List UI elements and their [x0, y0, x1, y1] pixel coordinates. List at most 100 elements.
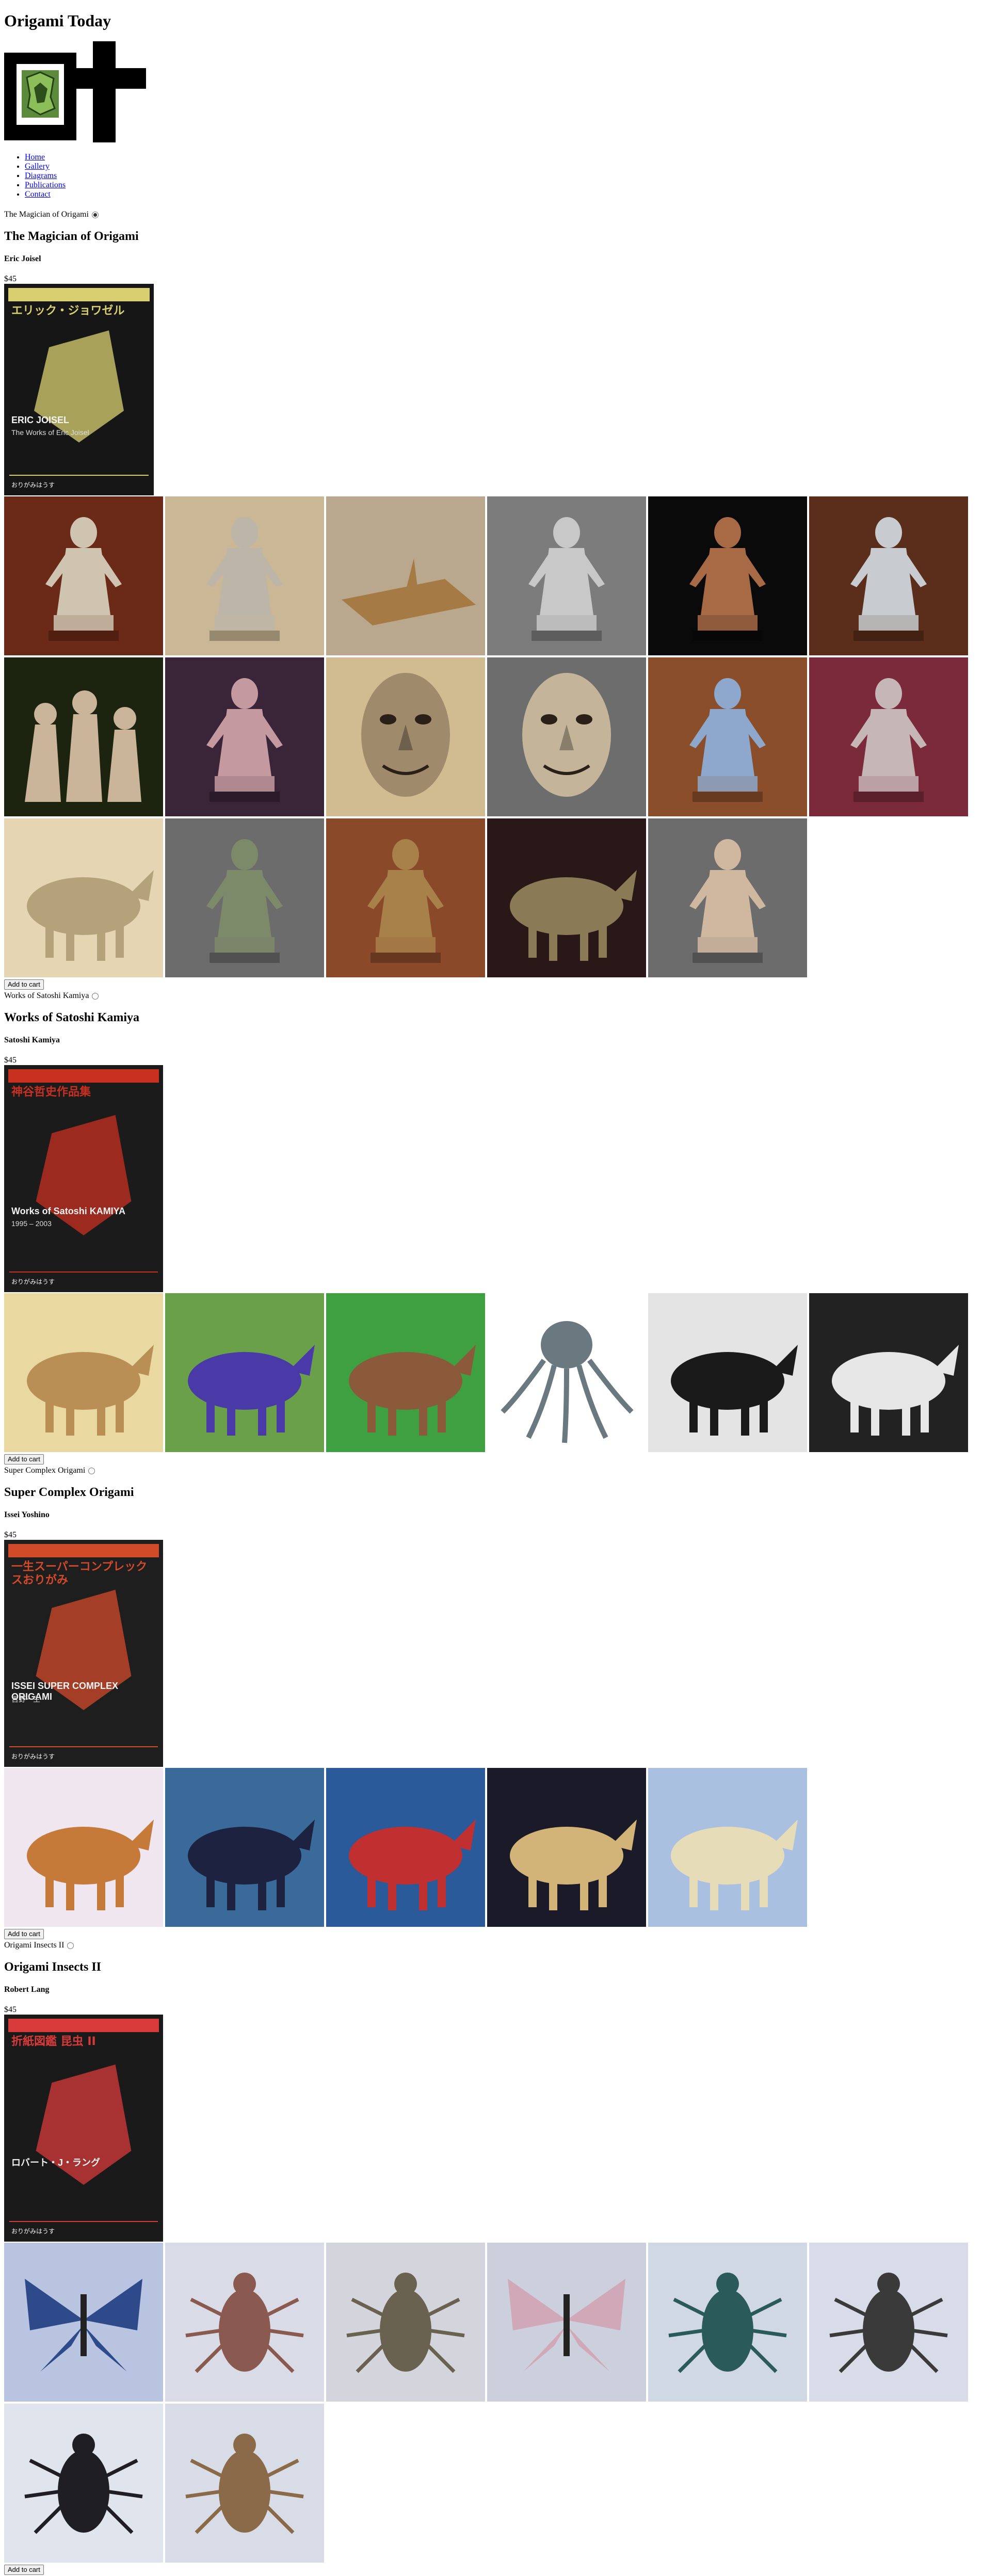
book-cover: 折紙図鑑 昆虫 II ロバート・J・ラングおりがみはうす [4, 2015, 163, 2242]
gallery-photo[interactable] [165, 496, 324, 655]
nav-link-home[interactable]: Home [25, 153, 45, 162]
book-selector[interactable]: Super Complex Origami [4, 1466, 978, 1476]
gallery-photo[interactable] [648, 1293, 807, 1452]
gallery-photo[interactable] [4, 496, 163, 655]
book-radio[interactable] [67, 1942, 74, 1949]
site-title: Origami Today [4, 11, 111, 30]
cover-jp-title: エリック・ジョワゼル [11, 304, 125, 317]
gallery-photo[interactable] [487, 657, 646, 816]
book-cover: エリック・ジョワゼル ERIC JOISEL The Works of Eric J… [4, 284, 154, 495]
book-price: $45 [4, 1531, 17, 1539]
nav-link-diagrams[interactable]: Diagrams [25, 171, 57, 180]
nav-link-contact[interactable]: Contact [25, 190, 51, 199]
cover-publisher: おりがみはうす [11, 2228, 55, 2235]
gallery-photo[interactable] [4, 818, 163, 977]
book-selector[interactable]: The Magician of Origami [4, 210, 978, 220]
cover-publisher: おりがみはうす [11, 1278, 55, 1285]
nav-item: Gallery [25, 162, 978, 171]
book-author: Eric Joisel [4, 254, 41, 263]
gallery-photo[interactable] [487, 496, 646, 655]
photo-gallery [4, 1768, 978, 1929]
book-selector-label: Origami Insects II [4, 1941, 65, 1950]
gallery-photo[interactable] [4, 1293, 163, 1452]
book-section: The Magician of Origami The Magician of O… [4, 210, 978, 991]
book-price: $45 [4, 2005, 17, 2014]
add-to-cart-button[interactable]: Add to cart [4, 2565, 44, 2575]
gallery-photo[interactable] [809, 657, 968, 816]
gallery-photo[interactable] [809, 496, 968, 655]
gallery-photo[interactable] [487, 818, 646, 977]
add-to-cart-button[interactable]: Add to cart [4, 979, 44, 990]
book-title: The Magician of Origami [4, 230, 139, 243]
book-selector-label: The Magician of Origami [4, 210, 89, 219]
cover-en-title: ロバート・J・ラング [11, 2157, 101, 2168]
cover-en-title: ERIC JOISEL [11, 415, 70, 426]
gallery-photo[interactable] [326, 2243, 485, 2402]
gallery-photo[interactable] [4, 2404, 163, 2563]
gallery-photo[interactable] [648, 1768, 807, 1927]
book-price: $45 [4, 1056, 17, 1065]
add-to-cart-button[interactable]: Add to cart [4, 1454, 44, 1464]
gallery-photo[interactable] [648, 2243, 807, 2402]
add-to-cart-button[interactable]: Add to cart [4, 1929, 44, 1939]
photo-gallery [4, 496, 978, 979]
gallery-photo[interactable] [326, 496, 485, 655]
book-title: Origami Insects II [4, 1960, 101, 1974]
main-nav: HomeGalleryDiagramsPublicationsContact [4, 153, 978, 199]
cover-jp-title: 折紙図鑑 昆虫 II [11, 2035, 96, 2048]
gallery-photo[interactable] [326, 1293, 485, 1452]
book-author: Issei Yoshino [4, 1510, 50, 1519]
nav-link-publications[interactable]: Publications [25, 181, 66, 189]
book-selector-label: Works of Satoshi Kamiya [4, 991, 89, 1000]
book-cover: 神谷哲史作品集 Works of Satoshi KAMIYA 1995 – 200… [4, 1065, 163, 1292]
nav-item: Home [25, 153, 978, 162]
book-selector[interactable]: Origami Insects II [4, 1940, 978, 1951]
book-radio[interactable] [91, 211, 99, 218]
gallery-photo[interactable] [4, 657, 163, 816]
cover-subtitle: 1995 – 2003 [11, 1219, 52, 1228]
gallery-photo[interactable] [326, 657, 485, 816]
book-section: Origami Insects II Origami Insects II Robe… [4, 1940, 978, 2576]
gallery-photo[interactable] [4, 2243, 163, 2402]
nav-item: Diagrams [25, 171, 978, 181]
gallery-photo[interactable] [648, 496, 807, 655]
gallery-photo[interactable] [165, 1293, 324, 1452]
gallery-photo[interactable] [165, 657, 324, 816]
site-logo[interactable] [4, 41, 146, 142]
book-cover: 一生スーパーコンプレックスおりがみ ISSEI SUPER COMPLEX ORI… [4, 1540, 163, 1767]
gallery-photo[interactable] [4, 1768, 163, 1927]
book-selector-label: Super Complex Origami [4, 1466, 86, 1475]
cover-jp-title: 神谷哲史作品集 [11, 1086, 91, 1099]
cover-en-title: Works of Satoshi KAMIYA [11, 1205, 126, 1216]
cover-jp-title: 一生スーパーコンプレックスおりがみ [11, 1560, 148, 1587]
gallery-photo[interactable] [809, 2243, 968, 2402]
gallery-photo[interactable] [165, 2404, 324, 2563]
gallery-photo[interactable] [326, 818, 485, 977]
photo-gallery [4, 2243, 978, 2565]
gallery-photo[interactable] [487, 1768, 646, 1927]
gallery-photo[interactable] [487, 1293, 646, 1452]
gallery-photo[interactable] [326, 1768, 485, 1927]
cover-subtitle: 吉野一生 [11, 1695, 40, 1703]
nav-item: Publications [25, 181, 978, 190]
gallery-photo[interactable] [648, 818, 807, 977]
gallery-photo[interactable] [165, 2243, 324, 2402]
cover-publisher: おりがみはうす [11, 481, 55, 489]
gallery-photo[interactable] [648, 657, 807, 816]
book-radio[interactable] [92, 992, 99, 1000]
book-author: Satoshi Kamiya [4, 1036, 60, 1044]
book-title: Works of Satoshi Kamiya [4, 1011, 140, 1024]
book-section: Super Complex Origami Super Complex Origa… [4, 1466, 978, 1940]
gallery-photo[interactable] [809, 1293, 968, 1452]
gallery-photo[interactable] [165, 1768, 324, 1927]
book-selector[interactable]: Works of Satoshi Kamiya [4, 991, 978, 1001]
gallery-photo[interactable] [487, 2243, 646, 2402]
nav-item: Contact [25, 190, 978, 199]
book-title: Super Complex Origami [4, 1486, 134, 1499]
nav-link-gallery[interactable]: Gallery [25, 162, 50, 171]
book-radio[interactable] [88, 1467, 95, 1474]
book-author: Robert Lang [4, 1985, 50, 1994]
cover-subtitle: The Works of Eric Joisel [11, 428, 89, 437]
book-section: Works of Satoshi Kamiya Works of Satoshi … [4, 991, 978, 1466]
gallery-photo[interactable] [165, 818, 324, 977]
